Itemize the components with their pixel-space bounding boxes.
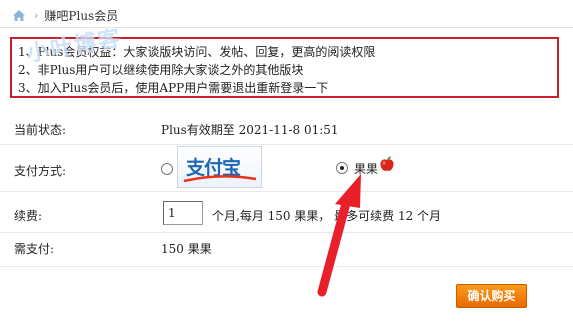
status-label: 当前状态:: [14, 123, 67, 137]
payment-label: 支付方式:: [14, 164, 67, 178]
divider: [0, 191, 573, 192]
due-value: 150 果果: [161, 242, 212, 256]
apple-icon: [378, 155, 396, 173]
breadcrumb: › 赚吧Plus会员: [12, 6, 118, 24]
divider: [0, 144, 573, 145]
status-value: Plus有效期至 2021-11-8 01:51: [161, 123, 339, 137]
chevron-right-icon: ›: [34, 8, 39, 22]
renew-label: 续费:: [14, 209, 43, 223]
alipay-logo[interactable]: 支付宝: [177, 146, 262, 188]
divider: [0, 232, 573, 233]
home-icon[interactable]: [12, 9, 26, 22]
confirm-purchase-button[interactable]: 确认购买: [456, 284, 527, 308]
divider: [0, 266, 573, 267]
due-label: 需支付:: [14, 242, 55, 256]
points-radio[interactable]: [336, 162, 348, 174]
quantity-input[interactable]: [163, 201, 203, 225]
notice-line: 3、加入Plus会员后，使用APP用户需要退出重新登录一下: [18, 81, 329, 95]
points-label[interactable]: 果果: [354, 160, 378, 177]
status-row: 当前状态: Plus有效期至 2021-11-8 01:51: [0, 113, 573, 145]
alipay-radio[interactable]: [161, 163, 173, 175]
notice-line: 2、非Plus用户可以继续使用除大家谈之外的其他版块: [18, 63, 304, 77]
alipay-swoosh-icon: [183, 175, 257, 183]
renew-suffix: 个月,每月 150 果果， 最多可续费 12 个月: [212, 209, 442, 223]
